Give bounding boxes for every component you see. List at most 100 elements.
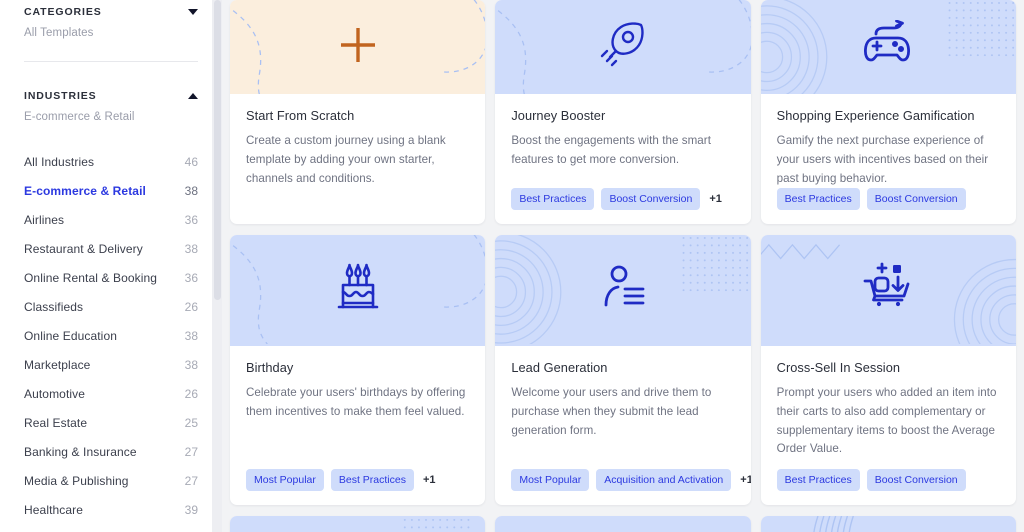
- chevron-up-icon[interactable]: [188, 93, 198, 99]
- sidebar-item-e-commerce-retail[interactable]: E-commerce & Retail 38: [24, 176, 198, 205]
- sidebar-item-all-industries[interactable]: All Industries 46: [24, 147, 198, 176]
- card-hero: [495, 516, 751, 532]
- card-description: Create a custom journey using a blank te…: [246, 134, 446, 185]
- sidebar-item-label: Online Education: [24, 328, 117, 343]
- card-description: Prompt your users who added an item into…: [776, 386, 997, 456]
- sidebar-item-count: 26: [184, 386, 198, 401]
- template-card[interactable]: Birthday Celebrate your users' birthdays …: [230, 235, 486, 505]
- card-tag[interactable]: Best Practices: [776, 469, 860, 491]
- card-tag[interactable]: Best Practices: [511, 188, 595, 210]
- card-tag-list: Most Popular Best Practices +1: [246, 469, 469, 505]
- card-body: Birthday Celebrate your users' birthdays …: [230, 346, 485, 505]
- card-tag[interactable]: Boost Conversion: [601, 188, 701, 210]
- card-tag-list: Best Practices Boost Conversion: [776, 469, 1000, 505]
- categories-title: CATEGORIES: [24, 6, 102, 18]
- card-tag[interactable]: Boost Conversion: [866, 188, 966, 211]
- card-title: Journey Booster: [511, 108, 606, 123]
- card-body: Journey Booster Boost the engagements wit…: [495, 94, 750, 224]
- card-hero: [495, 235, 751, 346]
- sidebar-item-label: Classifieds: [24, 299, 84, 314]
- card-tag-overflow-count[interactable]: +1: [707, 193, 722, 205]
- template-card-grid: Start From Scratch Create a custom journe…: [230, 0, 1016, 532]
- card-tag[interactable]: Best Practices: [776, 188, 860, 211]
- sidebar-item-count: 25: [184, 415, 198, 430]
- sidebar-item-count: 27: [184, 444, 198, 459]
- card-hero: [230, 0, 486, 94]
- card-title: Shopping Experience Gamification: [776, 108, 975, 123]
- card-tag[interactable]: Best Practices: [330, 469, 414, 491]
- card-hero: [760, 235, 1016, 346]
- sidebar-item-label: Airlines: [24, 212, 65, 227]
- gamepad-icon: [860, 19, 916, 75]
- sidebar-item-label: Healthcare: [24, 502, 84, 517]
- sidebar-item-classifieds[interactable]: Classifieds 26: [24, 292, 198, 321]
- template-card[interactable]: Shopping Experience Gamification Gamify t…: [760, 0, 1016, 224]
- card-tag-list: Best Practices Boost Conversion: [776, 188, 1000, 224]
- card-tag[interactable]: Boost Conversion: [866, 469, 966, 491]
- card-title: Lead Generation: [511, 360, 608, 375]
- sidebar-item-count: 46: [184, 154, 198, 169]
- categories-section-header[interactable]: CATEGORIES: [24, 0, 198, 18]
- sidebar-item-airlines[interactable]: Airlines 36: [24, 205, 198, 234]
- template-card[interactable]: Lead Generation Welcome your users and dr…: [495, 235, 751, 505]
- template-card[interactable]: [495, 516, 751, 532]
- sidebar-item-label: Marketplace: [24, 357, 91, 372]
- sidebar-item-count: 36: [184, 212, 198, 227]
- sidebar-item-label: Media & Publishing: [24, 473, 129, 488]
- card-hero: [495, 0, 751, 94]
- industries-selected-value[interactable]: E-commerce & Retail: [24, 111, 198, 123]
- sidebar-item-label: Banking & Insurance: [24, 444, 137, 459]
- sidebar-item-real-estate[interactable]: Real Estate 25: [24, 408, 198, 437]
- sidebar-item-count: 36: [184, 270, 198, 285]
- industries-title: INDUSTRIES: [24, 90, 97, 102]
- categories-selected-value[interactable]: All Templates: [24, 27, 198, 39]
- card-tag-overflow-count[interactable]: +1: [421, 474, 436, 486]
- card-title: Birthday: [246, 360, 294, 375]
- template-gallery-page: CATEGORIES All Templates INDUSTRIES E-co…: [0, 0, 1024, 532]
- card-description: Gamify the next purchase experience of y…: [776, 134, 989, 185]
- template-card[interactable]: Journey Booster Boost the engagements wit…: [495, 0, 751, 224]
- template-card[interactable]: Cross-Sell In Session Prompt your users w…: [760, 235, 1016, 505]
- template-card[interactable]: [230, 516, 486, 532]
- sidebar-item-count: 26: [184, 299, 198, 314]
- card-tag-list: Best Practices Boost Conversion +1: [511, 188, 734, 224]
- card-hero: [760, 516, 1016, 532]
- card-body: Shopping Experience Gamification Gamify t…: [761, 94, 1016, 224]
- sidebar-item-label: E-commerce & Retail: [24, 183, 146, 198]
- cart-add-icon: [860, 262, 916, 319]
- card-hero: [760, 0, 1016, 94]
- sidebar-item-healthcare[interactable]: Healthcare 39: [24, 495, 198, 524]
- card-tag[interactable]: Most Popular: [511, 469, 590, 491]
- sidebar-item-count: 38: [184, 328, 198, 343]
- template-card[interactable]: Start From Scratch Create a custom journe…: [230, 0, 486, 224]
- sidebar-item-automotive[interactable]: Automotive 26: [24, 379, 198, 408]
- sidebar-item-count: 38: [184, 241, 198, 256]
- sidebar-scrollbar-thumb[interactable]: [214, 0, 221, 300]
- card-tag-list: Most Popular Acquisition and Activation +1: [511, 469, 751, 505]
- card-title: Start From Scratch: [246, 108, 355, 123]
- sidebar-item-media-publishing[interactable]: Media & Publishing 27: [24, 466, 198, 495]
- card-body: Start From Scratch Create a custom journe…: [230, 94, 485, 224]
- card-tag-list: [246, 210, 469, 224]
- card-body: Lead Generation Welcome your users and dr…: [495, 346, 751, 505]
- sidebar-scrollbar-track[interactable]: [212, 0, 222, 532]
- card-body: Cross-Sell In Session Prompt your users w…: [761, 346, 1016, 505]
- sidebar-item-label: Automotive: [24, 386, 86, 401]
- template-card[interactable]: [760, 516, 1016, 532]
- industries-section-header[interactable]: INDUSTRIES: [24, 84, 198, 102]
- industry-filter-list: All Industries 46 E-commerce & Retail 38 Air…: [24, 147, 198, 524]
- sidebar-item-banking-insurance[interactable]: Banking & Insurance 27: [24, 437, 198, 466]
- sidebar-item-label: Real Estate: [24, 415, 88, 430]
- card-tag-overflow-count[interactable]: +1: [738, 474, 750, 486]
- chevron-down-icon[interactable]: [188, 9, 198, 15]
- sidebar-item-restaurant-delivery[interactable]: Restaurant & Delivery 38: [24, 234, 198, 263]
- card-tag[interactable]: Most Popular: [246, 469, 324, 491]
- card-title: Cross-Sell In Session: [776, 360, 901, 375]
- sidebar-item-count: 38: [184, 357, 198, 372]
- birthday-cake-icon: [334, 263, 382, 318]
- card-tag[interactable]: Acquisition and Activation: [596, 469, 732, 491]
- person-list-icon: [597, 263, 649, 318]
- sidebar-item-online-education[interactable]: Online Education 38: [24, 321, 198, 350]
- sidebar-item-marketplace[interactable]: Marketplace 38: [24, 350, 198, 379]
- sidebar-item-online-rental-booking[interactable]: Online Rental & Booking 36: [24, 263, 198, 292]
